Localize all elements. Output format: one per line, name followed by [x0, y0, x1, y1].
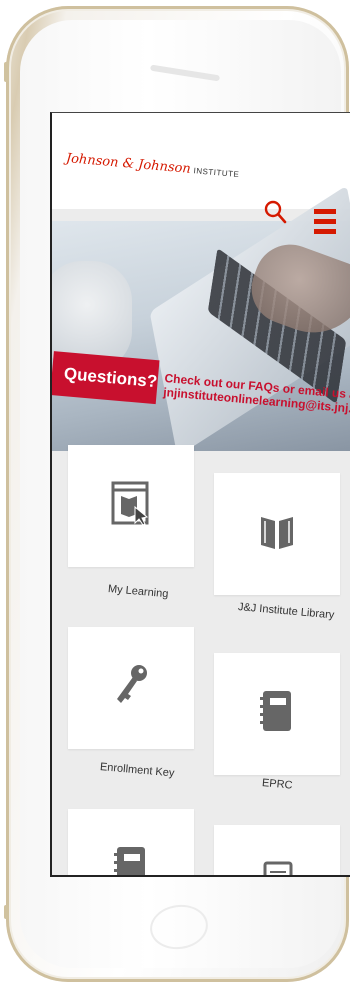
- tile-label: J&J Institute Library: [237, 601, 335, 622]
- questions-banner: Questions? Check out our FAQs or email u…: [52, 185, 350, 457]
- app-screen: Johnson & Johnson INSTITUTE Questions? Ch…: [50, 112, 350, 877]
- phone-side-button: [4, 62, 9, 82]
- search-icon[interactable]: [262, 199, 288, 225]
- tile-my-learning[interactable]: [68, 445, 194, 567]
- notebook-icon: [114, 847, 145, 875]
- logo-subtitle: INSTITUTE: [193, 166, 240, 180]
- my-learning-icon: [111, 481, 149, 525]
- tile-eprc[interactable]: [214, 653, 340, 775]
- logo-text: Johnson & Johnson: [65, 151, 192, 177]
- tile-enrollment-key[interactable]: [68, 627, 194, 749]
- tile-notebook[interactable]: [68, 809, 194, 875]
- tile-label: Enrollment Key: [99, 761, 175, 780]
- tile-label: My Learning: [107, 583, 169, 601]
- notebook-icon: [260, 691, 291, 731]
- tile-library[interactable]: [214, 473, 340, 595]
- brand-logo[interactable]: Johnson & Johnson INSTITUTE: [65, 151, 240, 181]
- app-header: Johnson & Johnson INSTITUTE: [52, 113, 350, 209]
- phone-side-button: [4, 905, 9, 919]
- tile-document[interactable]: [214, 825, 340, 875]
- book-icon: [261, 517, 293, 549]
- key-icon: [117, 665, 147, 703]
- tile-label: EPRC: [261, 777, 293, 792]
- questions-badge: Questions?: [52, 351, 160, 405]
- document-icon: [263, 861, 293, 875]
- hamburger-menu-icon[interactable]: [314, 209, 336, 235]
